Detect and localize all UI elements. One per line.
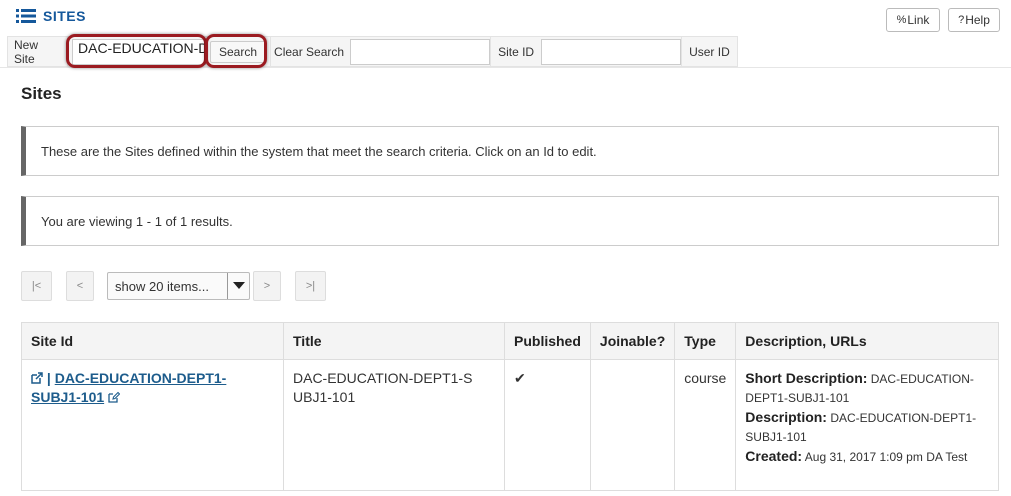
tool-title-label: SITES bbox=[43, 8, 86, 24]
page-size-value: show 20 items... bbox=[115, 278, 209, 294]
site-type: course bbox=[684, 370, 727, 386]
column-header-published[interactable]: Published bbox=[504, 322, 591, 360]
separator: | bbox=[46, 370, 51, 386]
published-check-icon: ✔ bbox=[514, 370, 526, 386]
help-button[interactable]: ? Help bbox=[948, 8, 1000, 32]
search-field-cell: DAC-EDUCATION-D bbox=[68, 37, 208, 66]
site-id-label-cell: Site ID bbox=[491, 37, 541, 66]
new-site-label: New Site bbox=[14, 37, 39, 66]
help-button-label: Help bbox=[965, 13, 990, 27]
column-header-type[interactable]: Type bbox=[674, 322, 737, 360]
description-label: Description: bbox=[745, 409, 827, 425]
link-icon: % bbox=[896, 14, 907, 26]
results-count-text: You are viewing 1 - 1 of 1 results. bbox=[41, 213, 233, 229]
column-header-site-id[interactable]: Site Id bbox=[21, 322, 284, 360]
search-button-cell: Search bbox=[208, 37, 272, 66]
last-page-button[interactable]: >| bbox=[295, 271, 326, 301]
site-id-link-cont[interactable]: SUBJ1-101 bbox=[31, 389, 104, 405]
page-size-select[interactable]: show 20 items... bbox=[107, 272, 250, 300]
instructions-message: These are the Sites defined within the s… bbox=[21, 126, 999, 176]
criteria-input[interactable] bbox=[350, 38, 491, 65]
table-header-row: Site Id Title Published Joinable? Type D… bbox=[21, 322, 999, 360]
search-toolbar: New Site DAC-EDUCATION-D Search Clear Se… bbox=[7, 36, 738, 67]
column-header-joinable[interactable]: Joinable? bbox=[589, 322, 676, 360]
site-id-link[interactable]: DAC-EDUCATION-DEPT1- bbox=[55, 370, 227, 386]
clear-search-link[interactable]: Clear Search bbox=[271, 37, 350, 66]
previous-page-button[interactable]: < bbox=[66, 271, 94, 301]
sites-table: Site Id Title Published Joinable? Type D… bbox=[21, 322, 999, 491]
created-value: Aug 31, 2017 1:09 pm DA Test bbox=[804, 450, 968, 464]
description-cell: Short Description: DAC-EDUCATION-DEPT1-S… bbox=[735, 359, 999, 491]
question-icon: ? bbox=[958, 14, 965, 26]
site-id-field-cell bbox=[541, 37, 683, 66]
external-link-icon[interactable] bbox=[31, 372, 43, 384]
criteria-field-cell bbox=[350, 37, 492, 66]
search-input[interactable]: DAC-EDUCATION-D bbox=[72, 38, 206, 65]
first-page-button[interactable]: |< bbox=[21, 271, 52, 301]
table-row: | DAC-EDUCATION-DEPT1- SUBJ1-101 DAC-EDU… bbox=[21, 359, 999, 491]
joinable-cell bbox=[589, 359, 676, 491]
results-count-message: You are viewing 1 - 1 of 1 results. bbox=[21, 196, 999, 246]
tool-title[interactable]: SITES bbox=[16, 8, 86, 24]
list-icon bbox=[16, 9, 36, 23]
clear-search-label: Clear Search bbox=[274, 44, 345, 59]
user-id-label: User ID bbox=[689, 44, 730, 59]
published-cell: ✔ bbox=[504, 359, 591, 491]
site-id-cell: | DAC-EDUCATION-DEPT1- SUBJ1-101 bbox=[21, 359, 284, 491]
column-header-title[interactable]: Title bbox=[283, 322, 505, 360]
title-cell: DAC-EDUCATION-DEPT1-SUBJ1-101 bbox=[283, 359, 505, 491]
instructions-text: These are the Sites defined within the s… bbox=[41, 143, 597, 159]
next-page-button[interactable]: > bbox=[253, 271, 281, 301]
site-id-label: Site ID bbox=[498, 44, 535, 59]
link-button[interactable]: % Link bbox=[886, 8, 940, 32]
new-site-link[interactable]: New Site bbox=[8, 37, 68, 66]
link-button-label: Link bbox=[907, 13, 930, 27]
search-button[interactable]: Search bbox=[210, 40, 267, 63]
short-description-label: Short Description: bbox=[745, 370, 868, 386]
chevron-down-icon bbox=[227, 273, 249, 299]
page-title: Sites bbox=[21, 84, 62, 103]
site-id-input[interactable] bbox=[541, 38, 682, 65]
edit-icon[interactable] bbox=[108, 391, 121, 403]
site-title: DAC-EDUCATION-DEPT1-SUBJ1-101 bbox=[293, 370, 473, 405]
created-label: Created: bbox=[745, 448, 803, 464]
column-header-description: Description, URLs bbox=[735, 322, 999, 360]
user-id-label-cell: User ID bbox=[682, 37, 737, 66]
type-cell: course bbox=[674, 359, 737, 491]
